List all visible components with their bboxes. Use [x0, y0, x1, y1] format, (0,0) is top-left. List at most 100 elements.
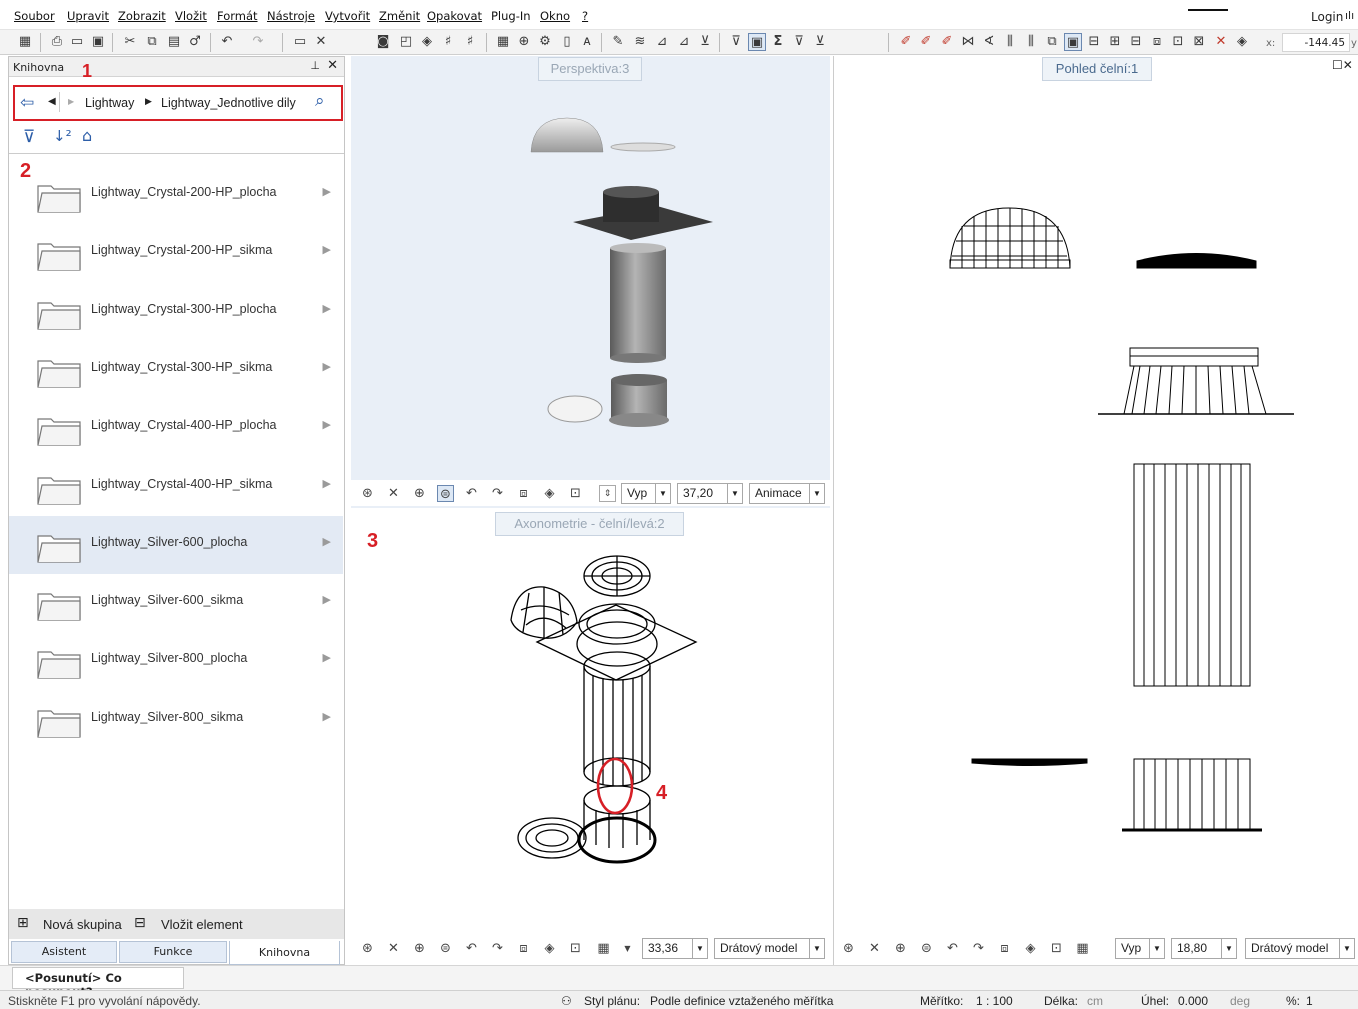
- perspective-mode-combo[interactable]: Vyp ▼: [621, 483, 671, 504]
- menu-nastroje[interactable]: Nástroje: [267, 9, 315, 23]
- folder-item[interactable]: Lightway_Crystal-400-HP_sikma ▶: [9, 458, 343, 516]
- menu-help[interactable]: ?: [582, 9, 588, 23]
- angle-value[interactable]: 0.000: [1178, 994, 1208, 1008]
- doc-icon[interactable]: ▯: [558, 33, 576, 51]
- layout-icon[interactable]: ▣: [89, 33, 107, 51]
- menu-zmenit[interactable]: Změnit: [379, 9, 420, 23]
- copy-icon[interactable]: ⧉: [143, 33, 161, 51]
- filter-icon[interactable]: ⊽: [23, 127, 35, 147]
- perspective-viewport[interactable]: Perspektiva:3 ⊛ ✕ ⊕ ⊜ ↶ ↷ ⧈ ◈ ⊡ ⇕ Vyp ▼ 3…: [351, 56, 830, 508]
- front-value-combo[interactable]: 18,80 ▼: [1171, 938, 1237, 959]
- login-link[interactable]: Login: [1311, 10, 1343, 24]
- spinner-icon[interactable]: ⇕: [599, 485, 616, 502]
- draw-red2-icon[interactable]: ✐: [917, 33, 935, 51]
- table-icon[interactable]: ▦: [494, 33, 512, 51]
- menu-opakovat[interactable]: Opakovat: [427, 9, 482, 23]
- view-3d-icon[interactable]: ⧈: [515, 485, 532, 502]
- hatch2-icon[interactable]: ♯: [461, 33, 479, 51]
- chevron-down-icon[interactable]: ▼: [619, 940, 636, 957]
- zoom-doc-icon[interactable]: ⊕: [515, 33, 533, 51]
- menu-soubor[interactable]: Soubor: [14, 9, 55, 23]
- folder-item[interactable]: Lightway_Silver-600_sikma ▶: [9, 574, 343, 632]
- folder-favorite-icon[interactable]: ⌂: [82, 126, 92, 145]
- settings-icon[interactable]: ⚙: [536, 33, 554, 51]
- dim3-icon[interactable]: ⊿: [675, 33, 693, 51]
- view-grid-icon[interactable]: ▦: [1074, 940, 1091, 957]
- menu-zobrazit[interactable]: Zobrazit: [118, 9, 166, 23]
- plan-style-value[interactable]: Podle definice vztaženého měřítka: [650, 994, 833, 1008]
- view-frame-icon[interactable]: ⊡: [1048, 940, 1065, 957]
- back-arrow-icon[interactable]: ⇦: [20, 93, 34, 113]
- nav-forward-icon[interactable]: ▶: [68, 97, 74, 106]
- snap-icon[interactable]: ⋈: [959, 33, 977, 51]
- tab-asistent[interactable]: Asistent: [11, 941, 117, 963]
- new-group-icon[interactable]: ⊞: [17, 915, 29, 931]
- percent-value[interactable]: 1: [1306, 994, 1313, 1008]
- zoom-all-icon[interactable]: ✕: [385, 940, 402, 957]
- view-undo-icon[interactable]: ↶: [944, 940, 961, 957]
- insert-element-icon[interactable]: ⊟: [134, 915, 146, 931]
- folder-item[interactable]: Lightway_Crystal-200-HP_sikma ▶: [9, 224, 343, 282]
- plan-icon[interactable]: ◰: [397, 33, 415, 51]
- tab-funkce[interactable]: Funkce: [119, 941, 227, 963]
- insert-element-button[interactable]: Vložit element: [161, 917, 243, 932]
- new-group-button[interactable]: Nová skupina: [43, 917, 122, 932]
- zoom-icon[interactable]: ⊕: [411, 485, 428, 502]
- tab-knihovna[interactable]: Knihovna: [229, 941, 340, 965]
- front-render-combo[interactable]: Drátový model ▼: [1245, 938, 1355, 959]
- view-3d-icon[interactable]: ⧈: [996, 940, 1013, 957]
- front-mode-combo[interactable]: Vyp ▼: [1115, 938, 1165, 959]
- format-brush-icon[interactable]: ♂: [186, 33, 204, 51]
- view-section-icon[interactable]: ◈: [541, 940, 558, 957]
- zoom-all-icon[interactable]: ✕: [385, 485, 402, 502]
- search-icon[interactable]: ⌕: [315, 91, 325, 111]
- menu-plugin[interactable]: Plug-In: [491, 9, 531, 23]
- nav-back-icon[interactable]: ◀: [48, 96, 56, 107]
- sum-icon[interactable]: Σ: [769, 33, 787, 51]
- angle-unit[interactable]: deg: [1230, 994, 1250, 1008]
- print-icon[interactable]: ⎙: [48, 33, 66, 51]
- folder-item[interactable]: Lightway_Silver-800_sikma ▶: [9, 691, 343, 749]
- active-tool-icon[interactable]: ▣: [1064, 33, 1082, 51]
- undo-icon[interactable]: ↶: [218, 33, 236, 51]
- close-icon[interactable]: ✕: [327, 58, 338, 73]
- dim2-icon[interactable]: ⊿: [653, 33, 671, 51]
- viewport-settings-icon[interactable]: ⊛: [840, 940, 857, 957]
- command-line-prompt[interactable]: <Posunutí> Co posunout?: [12, 967, 184, 999]
- mirror-icon[interactable]: ⫼: [1001, 33, 1019, 51]
- grid-icon[interactable]: ▦: [16, 33, 34, 51]
- scale-value[interactable]: 1 : 100: [976, 994, 1013, 1008]
- length-unit[interactable]: cm: [1087, 994, 1103, 1008]
- view-frame-icon[interactable]: ⊡: [567, 940, 584, 957]
- zoom-icon[interactable]: ⊕: [892, 940, 909, 957]
- folder-item[interactable]: Lightway_Silver-800_plocha ▶: [9, 632, 343, 690]
- view-icon[interactable]: ◙: [374, 33, 392, 51]
- view-grid-icon[interactable]: ▦: [595, 940, 612, 957]
- view-redo-icon[interactable]: ↷: [970, 940, 987, 957]
- zoom-icon[interactable]: ⊕: [411, 940, 428, 957]
- filter-select-icon[interactable]: ⊽: [727, 33, 745, 51]
- tool-f-icon[interactable]: ⊠: [1190, 33, 1208, 51]
- tool-g-icon[interactable]: ◈: [1233, 33, 1251, 51]
- tool-c-icon[interactable]: ⊟: [1127, 33, 1145, 51]
- breadcrumb-lightway[interactable]: Lightway: [85, 96, 134, 110]
- tool-e-icon[interactable]: ⊡: [1169, 33, 1187, 51]
- pan-icon[interactable]: ⊜: [918, 940, 935, 957]
- dim-icon[interactable]: ≋: [631, 33, 649, 51]
- tool-b-icon[interactable]: ⊞: [1106, 33, 1124, 51]
- cut-icon[interactable]: ✂: [121, 33, 139, 51]
- folder-item[interactable]: Lightway_Crystal-300-HP_plocha ▶: [9, 283, 343, 341]
- view-frame-icon[interactable]: ⊡: [567, 485, 584, 502]
- front-viewport[interactable]: Pohled čelní:1 ☐✕ ⊛ ✕ ⊕ ⊜ ↶ ↷ ⧈ ◈ ⊡ ▦ Vy…: [833, 56, 1358, 965]
- view-undo-icon[interactable]: ↶: [463, 940, 480, 957]
- viewport-settings-icon[interactable]: ⊛: [359, 485, 376, 502]
- view-undo-icon[interactable]: ↶: [463, 485, 480, 502]
- filter-icon[interactable]: ⊽: [790, 33, 808, 51]
- mirror2-icon[interactable]: ⫼: [1022, 33, 1040, 51]
- redo-icon[interactable]: ↷: [249, 33, 267, 51]
- dim4-icon[interactable]: ⊻: [696, 33, 714, 51]
- menu-upravit[interactable]: Upravit: [67, 9, 109, 23]
- view-section-icon[interactable]: ◈: [1022, 940, 1039, 957]
- folder-item[interactable]: Lightway_Silver-600_plocha ▶: [9, 515, 343, 574]
- folder-item[interactable]: Lightway_Crystal-200-HP_plocha ▶: [9, 166, 343, 224]
